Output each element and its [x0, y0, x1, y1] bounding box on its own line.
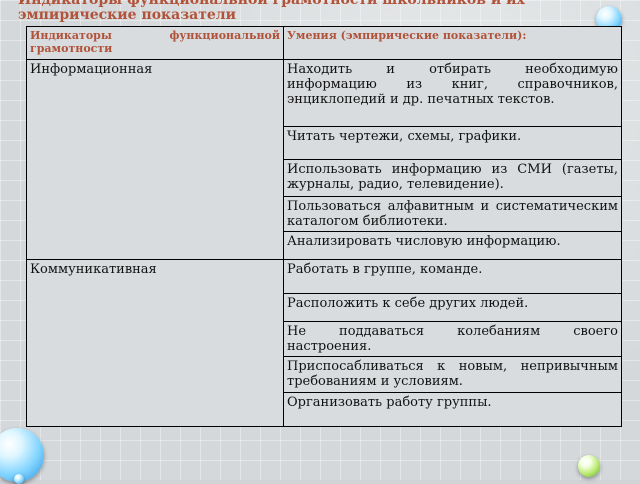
skill-cell: Анализировать числовую информацию.	[283, 231, 622, 260]
water-drop-decoration	[14, 474, 24, 484]
skill-cell: Не поддаваться колебаниям своего настрое…	[283, 321, 622, 357]
skill-cell: Работать в группе, команде.	[283, 259, 622, 294]
indicators-table: Индикаторы функциональной грамотности Ум…	[26, 26, 622, 427]
skill-cell: Пользоваться алфавитным и систематически…	[283, 196, 622, 232]
water-drop-decoration	[578, 455, 600, 477]
skill-cell: Организовать работу группы.	[283, 392, 622, 427]
header-skills: Умения (эмпирические показатели):	[283, 26, 622, 60]
indicator-communicative: Коммуникативная	[26, 259, 284, 427]
indicator-information: Информационная	[26, 59, 284, 260]
table-header-row: Индикаторы функциональной грамотности Ум…	[26, 26, 622, 60]
skill-cell: Находить и отбирать необходимую информац…	[283, 59, 622, 127]
skill-cell: Расположить к себе других людей.	[283, 293, 622, 322]
header-indicators: Индикаторы функциональной грамотности	[26, 26, 284, 60]
skill-cell: Использовать информацию из СМИ (газеты, …	[283, 159, 622, 197]
table-row: Информационная Находить и отбирать необх…	[26, 59, 622, 260]
skill-cell: Приспосабливаться к новым, непривычным т…	[283, 356, 622, 393]
skill-cell: Читать чертежи, схемы, графики.	[283, 126, 622, 160]
slide-title: Индикаторы функциональной грамотности шк…	[18, 0, 525, 23]
table-row: Коммуникативная Работать в группе, коман…	[26, 259, 622, 427]
